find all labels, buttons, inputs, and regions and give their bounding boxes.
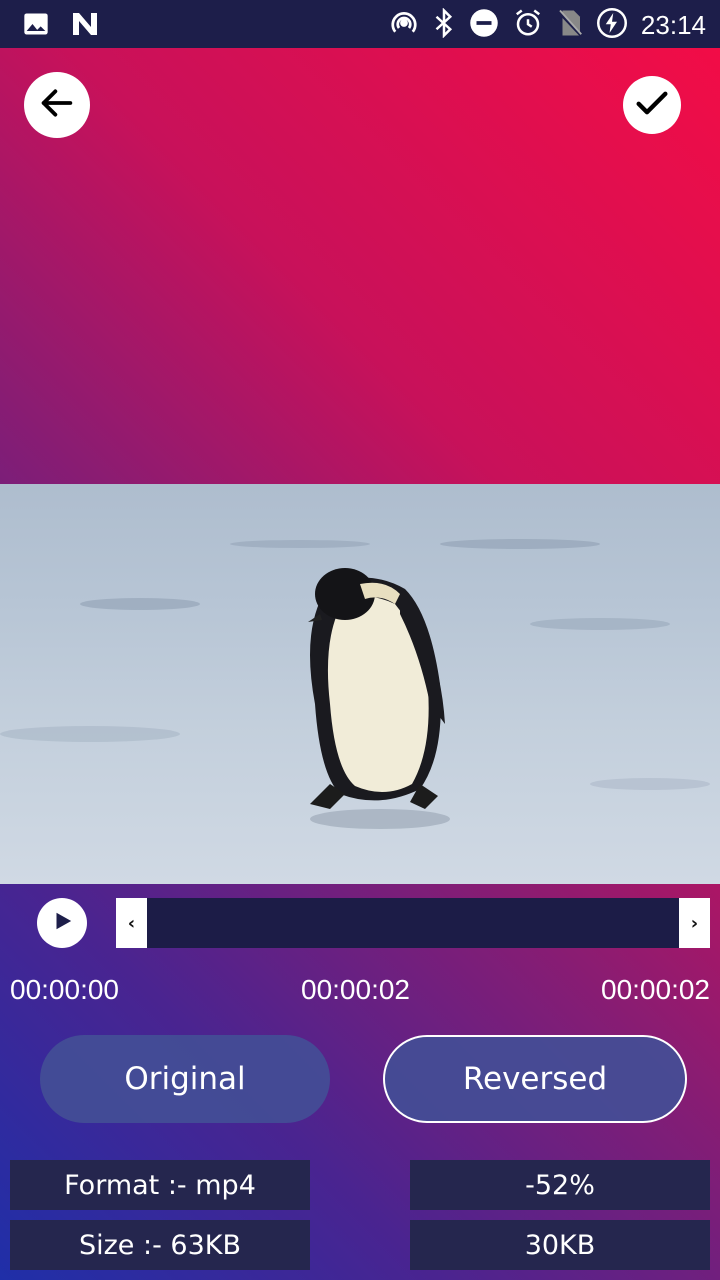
- do-not-disturb-icon: [469, 8, 499, 42]
- end-time: 00:00:02: [601, 974, 710, 1005]
- format-text: Format :- mp4: [64, 1169, 256, 1201]
- percent-text: -52%: [525, 1169, 595, 1201]
- chevron-left-icon: ‹: [127, 912, 136, 934]
- bluetooth-icon: [433, 7, 455, 42]
- reversed-button[interactable]: Reversed: [383, 1035, 687, 1123]
- play-button[interactable]: [37, 898, 87, 948]
- trim-start-handle[interactable]: ‹: [116, 898, 147, 948]
- check-icon: [632, 83, 672, 127]
- size-info: Size :- 63KB: [10, 1220, 310, 1270]
- image-icon: [22, 10, 50, 42]
- video-preview[interactable]: [0, 484, 720, 884]
- playback-controls: ‹ › 00:00:00 00:00:02 00:00:02 Original …: [0, 884, 720, 1280]
- trim-timeline[interactable]: ‹ ›: [116, 898, 710, 948]
- back-button[interactable]: [24, 72, 90, 138]
- chevron-right-icon: ›: [690, 912, 699, 934]
- confirm-button[interactable]: [623, 76, 681, 134]
- reduction-percent: -52%: [410, 1160, 710, 1210]
- play-icon: [51, 910, 73, 936]
- alarm-icon: [513, 8, 543, 42]
- status-bar: 23:14: [0, 0, 720, 48]
- format-info: Format :- mp4: [10, 1160, 310, 1210]
- n-icon: [70, 10, 100, 42]
- no-sim-icon: [557, 8, 583, 42]
- new-size-info: 30KB: [410, 1220, 710, 1270]
- start-time: 00:00:00: [10, 974, 119, 1005]
- current-time: 00:00:02: [301, 974, 410, 1005]
- trim-end-handle[interactable]: ›: [679, 898, 710, 948]
- clock-time: 23:14: [640, 9, 706, 40]
- reversed-label: Reversed: [462, 1061, 608, 1097]
- battery-charging-icon: [596, 8, 627, 42]
- hotspot-icon: [389, 8, 419, 42]
- original-button[interactable]: Original: [40, 1035, 330, 1123]
- arrow-left-icon: [37, 83, 77, 127]
- size-text: Size :- 63KB: [78, 1229, 241, 1261]
- original-label: Original: [124, 1061, 246, 1097]
- new-size-text: 30KB: [524, 1229, 596, 1261]
- penguin-video-frame: [0, 539, 710, 829]
